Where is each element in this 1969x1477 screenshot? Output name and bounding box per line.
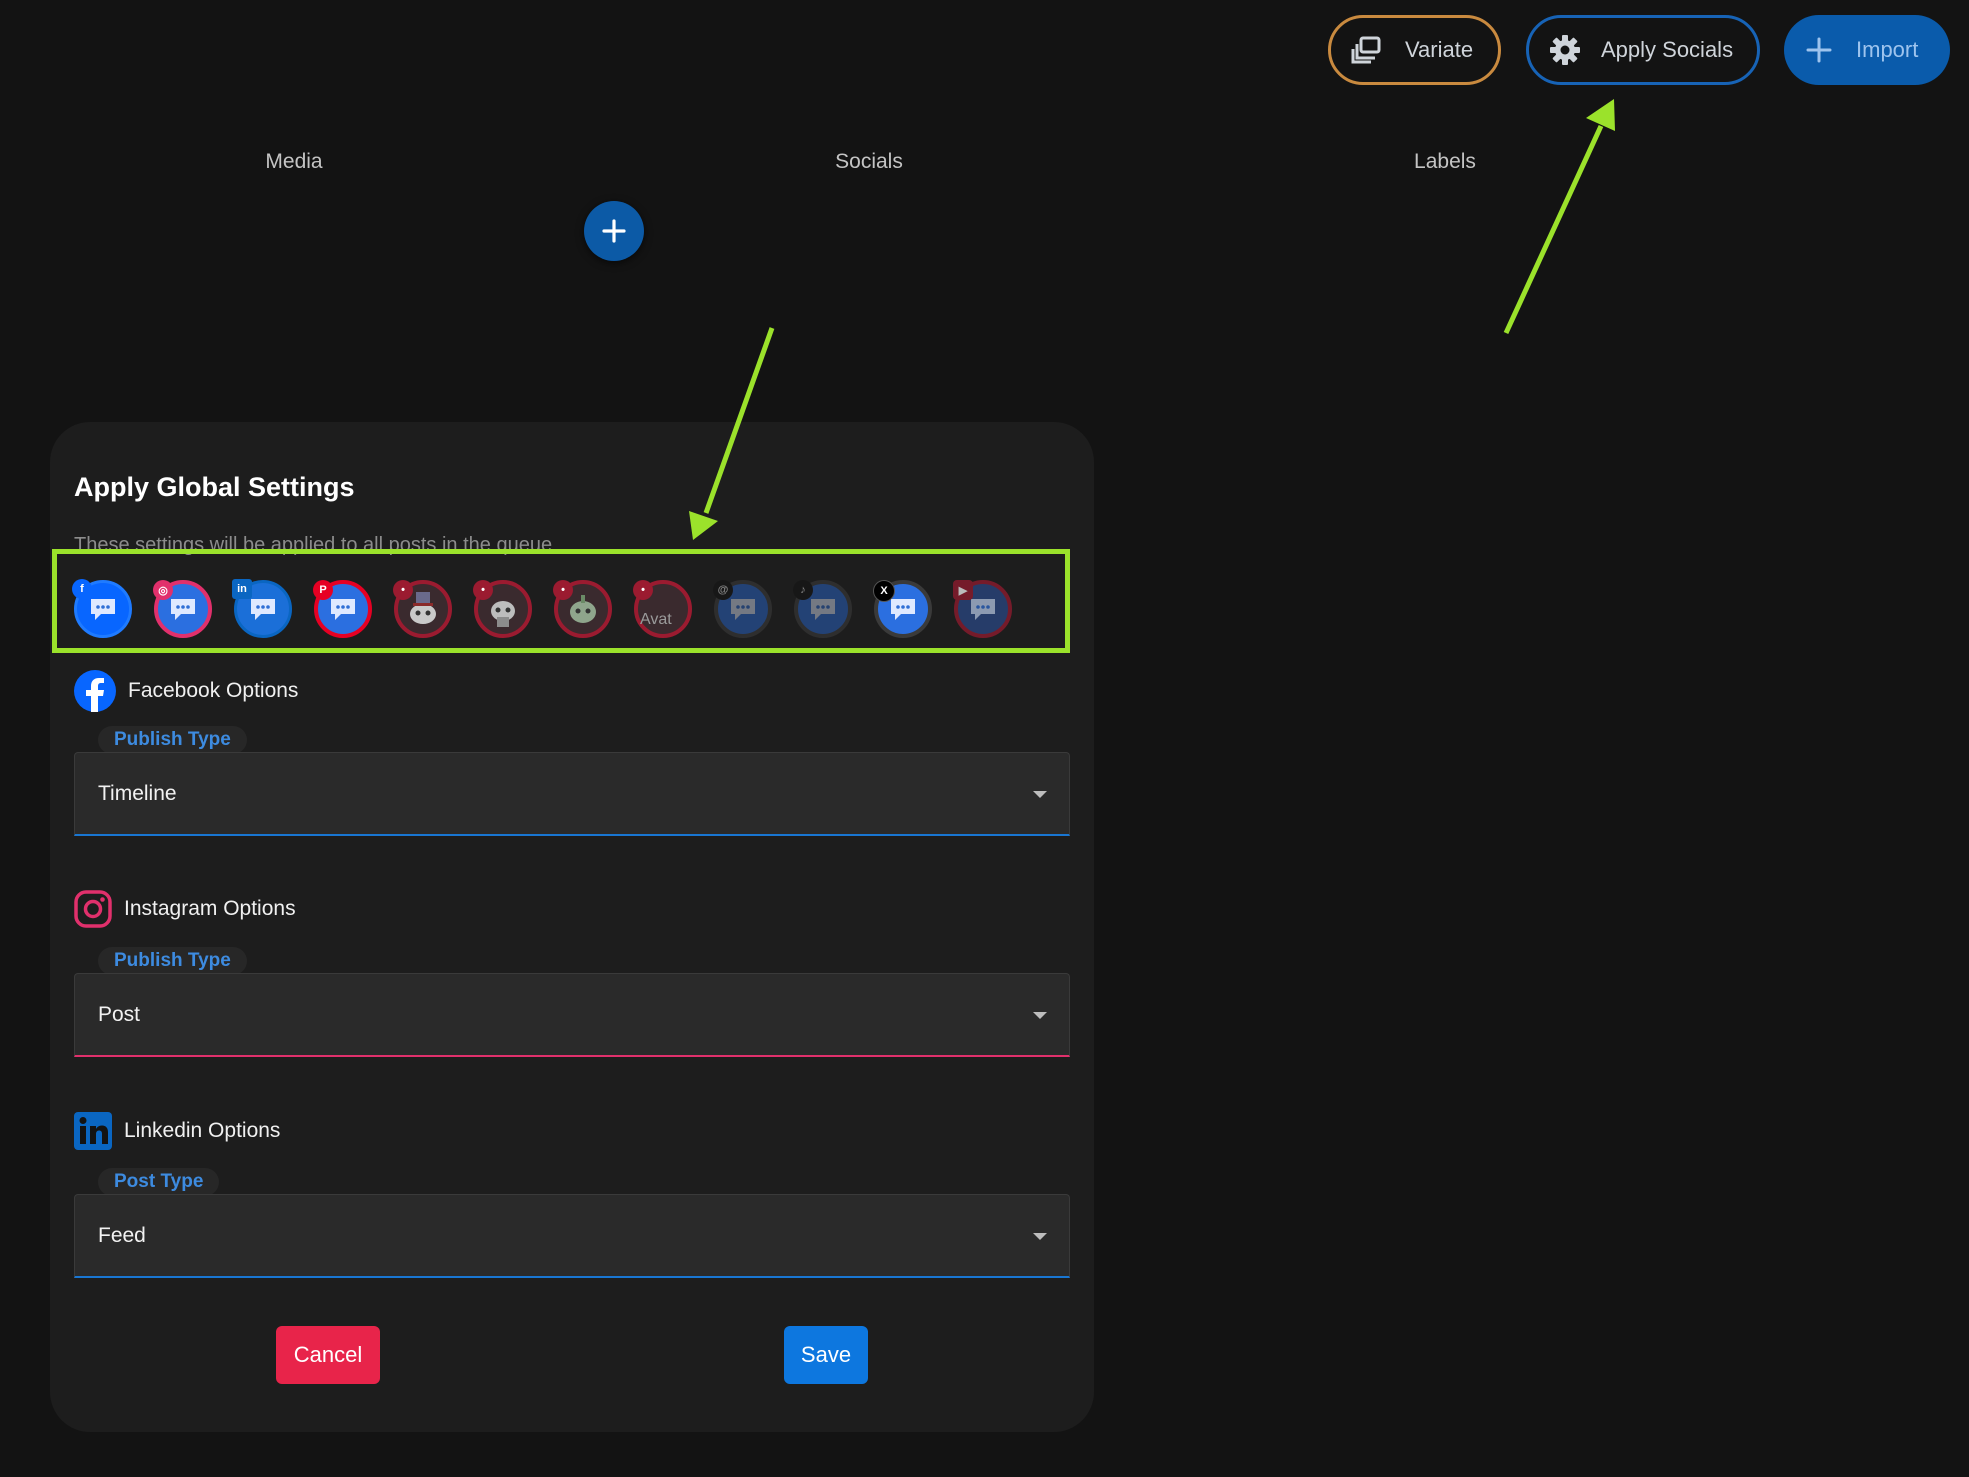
account-avatar-reddit-1[interactable]: • <box>393 580 452 638</box>
instagram-publish-type-select[interactable]: Post <box>74 973 1070 1057</box>
account-avatar-reddit-2[interactable]: • <box>473 580 532 638</box>
chat-bubble-icon <box>171 599 195 620</box>
chat-bubble-icon <box>331 599 355 620</box>
account-avatar-threads[interactable]: @ <box>713 580 772 638</box>
chevron-down-icon <box>1033 1012 1047 1019</box>
account-avatar-pinterest[interactable]: P <box>313 580 372 638</box>
facebook-publish-type-label: Publish Type <box>98 726 247 754</box>
reddit-icon: • <box>633 580 653 600</box>
variate-label: Variate <box>1405 37 1474 62</box>
facebook-options-heading: Facebook Options <box>74 670 298 712</box>
facebook-options-title: Facebook Options <box>128 679 299 702</box>
column-header-socials: Socials <box>835 150 903 173</box>
chat-bubble-icon <box>891 599 915 620</box>
column-header-labels: Labels <box>1414 150 1476 173</box>
linkedin-post-type-select[interactable]: Feed <box>74 1194 1070 1278</box>
linkedin-icon: in <box>232 579 252 599</box>
account-avatar-tiktok[interactable]: ♪ <box>793 580 852 638</box>
dialog-title: Apply Global Settings <box>74 472 355 502</box>
account-avatar-linkedin[interactable]: in <box>232 579 292 638</box>
gear-icon <box>1550 35 1580 65</box>
x-icon: X <box>873 580 895 602</box>
avatar-fallback-text: Avat <box>640 611 672 628</box>
account-avatar-youtube[interactable]: ▶ <box>953 580 1012 638</box>
linkedin-options-heading: Linkedin Options <box>74 1112 280 1150</box>
import-label: Import <box>1856 37 1919 62</box>
facebook-publish-type-value: Timeline <box>98 781 177 805</box>
chat-bubble-icon <box>971 599 995 620</box>
facebook-publish-type-select[interactable]: Timeline <box>74 752 1070 836</box>
import-button[interactable]: Import <box>1784 15 1950 85</box>
threads-icon: @ <box>713 580 733 600</box>
youtube-icon: ▶ <box>953 580 973 600</box>
account-avatar-reddit-3[interactable]: • <box>553 580 612 638</box>
instagram-options-title: Instagram Options <box>124 897 296 920</box>
plus-icon <box>602 219 626 243</box>
chevron-down-icon <box>1033 791 1047 798</box>
instagram-options-heading: Instagram Options <box>74 890 296 928</box>
chat-bubble-icon <box>731 599 755 620</box>
account-avatar-x[interactable]: X <box>873 580 932 638</box>
reddit-icon: • <box>553 580 573 600</box>
copy-stack-icon <box>1351 36 1381 64</box>
linkedin-icon <box>74 1112 112 1150</box>
apply-socials-label: Apply Socials <box>1601 37 1734 62</box>
reddit-icon: • <box>393 580 413 600</box>
instagram-icon <box>74 890 112 928</box>
chat-bubble-icon <box>811 599 835 620</box>
chat-bubble-icon <box>251 599 275 620</box>
tiktok-icon: ♪ <box>793 580 813 600</box>
pinterest-icon: P <box>313 580 333 600</box>
column-header-media: Media <box>265 150 323 173</box>
instagram-publish-type-value: Post <box>98 1002 141 1026</box>
variate-button[interactable]: Variate <box>1328 15 1501 85</box>
annotation-arrow-apply-socials <box>1503 99 1615 335</box>
account-avatar-reddit-4[interactable]: • Avat <box>633 580 692 638</box>
instagram-icon: ◎ <box>153 580 173 600</box>
plus-icon <box>1806 37 1832 63</box>
reddit-icon: • <box>473 580 493 600</box>
add-media-button[interactable] <box>584 201 644 261</box>
apply-global-settings-dialog: Apply Global Settings These settings wil… <box>50 422 1094 1432</box>
facebook-icon: f <box>72 579 92 599</box>
chat-bubble-icon <box>91 599 115 620</box>
linkedin-post-type-value: Feed <box>98 1223 146 1247</box>
cancel-button[interactable]: Cancel <box>276 1326 380 1384</box>
instagram-publish-type-label: Publish Type <box>98 947 247 975</box>
save-button[interactable]: Save <box>784 1326 868 1384</box>
account-avatar-instagram[interactable]: ◎ <box>153 580 212 638</box>
chevron-down-icon <box>1033 1233 1047 1240</box>
facebook-icon <box>74 670 116 712</box>
apply-socials-button[interactable]: Apply Socials <box>1526 15 1760 85</box>
account-avatar-facebook[interactable]: f <box>72 579 132 638</box>
linkedin-post-type-label: Post Type <box>98 1168 220 1196</box>
linkedin-options-title: Linkedin Options <box>124 1119 281 1142</box>
